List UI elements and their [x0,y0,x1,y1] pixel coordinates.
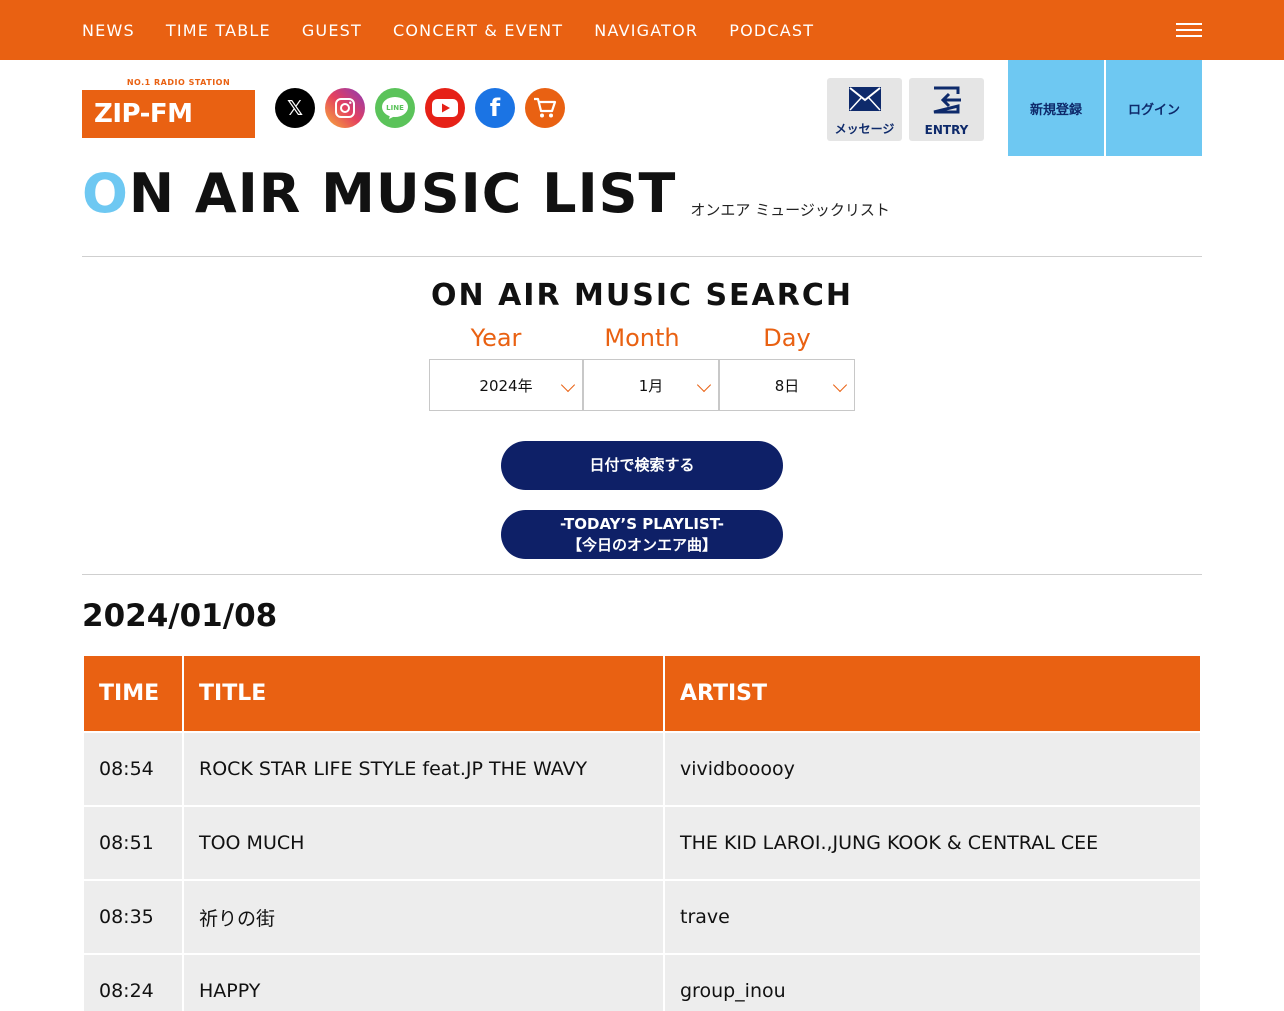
row-artist: THE KID LAROI.,JUNG KOOK & CENTRAL CEE [665,807,1200,879]
row-title: HAPPY [184,955,663,1011]
day-value: 8日 [774,376,800,395]
row-time: 08:54 [84,733,182,805]
site-logo[interactable]: NO.1 RADIO STATION ZIP-FM 77.8 [82,78,255,177]
row-title: 祈りの街 [184,881,663,953]
entry-button[interactable]: ENTRY [909,78,984,141]
logo-name: ZIP-FM 77.8 [82,90,255,177]
search-by-date-label: 日付で検索する [589,456,695,474]
message-button[interactable]: メッセージ [827,78,902,141]
hamburger-line [1176,29,1202,31]
mail-icon [848,87,881,111]
nav-item-concert-event[interactable]: CONCERT & EVENT [393,21,563,40]
nav-item-news[interactable]: NEWS [82,21,135,40]
divider [82,574,1202,575]
logo-tagline: NO.1 RADIO STATION [126,78,231,87]
search-title: ON AIR MUSIC SEARCH [431,278,853,313]
entry-label: ENTRY [924,123,969,137]
row-artist: group_inou [665,955,1200,1011]
page-subtitle: オンエア ミュージックリスト [690,201,890,219]
page-title: ON AIR MUSIC LIST オンエア ミュージックリスト [82,162,890,226]
row-title: ROCK STAR LIFE STYLE feat.JP THE WAVY [184,733,663,805]
todays-playlist-line2: 【今日のオンエア曲】 [566,535,717,554]
month-value: 1月 [638,376,664,395]
row-time: 08:35 [84,881,182,953]
page-title-rest: N AIR MUSIC LIST [128,162,677,225]
search-by-date-button[interactable]: 日付で検索する [501,441,783,490]
svg-text:LINE: LINE [386,104,404,112]
table-row: 08:35 祈りの街 trave [84,881,1200,953]
x-icon[interactable]: 𝕏 [275,88,315,128]
month-select[interactable]: 1月 [583,359,719,411]
row-artist: vividbooooy [665,733,1200,805]
facebook-icon[interactable]: f [475,88,515,128]
chevron-down-icon [696,377,712,393]
year-value: 2024年 [479,376,533,395]
hamburger-menu-icon[interactable] [1176,21,1202,39]
row-title: TOO MUCH [184,807,663,879]
table-header-row: TIME TITLE ARTIST [84,656,1200,731]
day-label: Day [763,324,811,352]
nav-list: NEWS TIME TABLE GUEST CONCERT & EVENT NA… [82,0,845,60]
row-time: 08:51 [84,807,182,879]
results-date: 2024/01/08 [82,598,278,634]
message-label: メッセージ [834,122,895,136]
column-header-title: TITLE [184,656,663,731]
register-button[interactable]: 新規登録 [1008,60,1104,156]
column-header-time: TIME [84,656,182,731]
todays-playlist-button[interactable]: -TODAY’S PLAYLIST- 【今日のオンエア曲】 [501,510,783,559]
youtube-icon[interactable] [425,88,465,128]
instagram-icon[interactable] [325,88,365,128]
divider [82,256,1202,257]
page-title-text: ON AIR MUSIC LIST [82,162,676,226]
login-button[interactable]: ログイン [1106,60,1202,156]
hamburger-line [1176,35,1202,37]
table-row: 08:54 ROCK STAR LIFE STYLE feat.JP THE W… [84,733,1200,805]
month-label: Month [604,324,680,352]
top-nav: NEWS TIME TABLE GUEST CONCERT & EVENT NA… [0,0,1284,60]
playlist-table: TIME TITLE ARTIST 08:54 ROCK STAR LIFE S… [82,654,1202,1011]
day-select[interactable]: 8日 [719,359,855,411]
nav-item-navigator[interactable]: NAVIGATOR [594,21,698,40]
nav-item-podcast[interactable]: PODCAST [729,21,814,40]
chevron-down-icon [832,377,848,393]
todays-playlist-line1: -TODAY’S PLAYLIST- [560,514,724,533]
page-title-initial: O [82,162,129,225]
table-row: 08:51 TOO MUCH THE KID LAROI.,JUNG KOOK … [84,807,1200,879]
hamburger-line [1176,23,1202,25]
row-time: 08:24 [84,955,182,1011]
table-row: 08:24 HAPPY group_inou [84,955,1200,1011]
year-label: Year [470,324,522,352]
line-icon[interactable]: LINE [375,88,415,128]
cart-icon[interactable] [525,88,565,128]
nav-item-guest[interactable]: GUEST [302,21,362,40]
row-artist: trave [665,881,1200,953]
social-links: 𝕏 LINE f [275,88,575,128]
column-header-artist: ARTIST [665,656,1200,731]
year-select[interactable]: 2024年 [429,359,583,411]
nav-item-time-table[interactable]: TIME TABLE [166,21,271,40]
chevron-down-icon [560,377,576,393]
entry-icon [933,86,961,114]
